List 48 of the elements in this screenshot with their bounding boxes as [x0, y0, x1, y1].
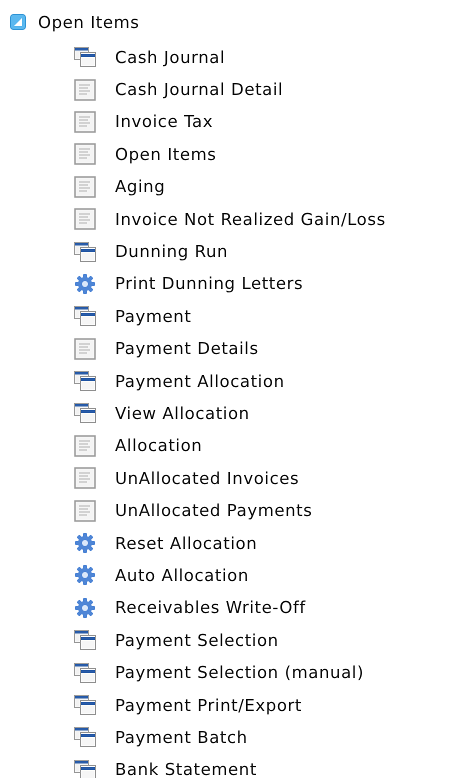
report-icon	[74, 143, 96, 166]
report-icon	[74, 176, 96, 198]
gear-icon	[74, 532, 96, 554]
menu-item-label[interactable]: Aging	[115, 177, 166, 196]
window-icon	[74, 760, 96, 778]
menu-item-label[interactable]: Invoice Tax	[115, 112, 214, 132]
collapse-icon[interactable]	[10, 14, 26, 30]
folder-label[interactable]: Open Items	[38, 12, 140, 32]
menu-item-label[interactable]: Payment Batch	[115, 728, 248, 747]
report-icon	[74, 110, 96, 133]
report-icon	[74, 78, 96, 101]
menu-item-label[interactable]: UnAllocated Payments	[115, 501, 312, 520]
menu-item-label[interactable]: Auto Allocation	[115, 566, 249, 585]
report-icon	[74, 208, 96, 230]
menu-item-label[interactable]: Cash Journal	[115, 48, 226, 67]
menu-item-label[interactable]: Dunning Run	[115, 242, 228, 262]
menu-item-label[interactable]: Receivables Write-Off	[115, 598, 306, 618]
gear-icon	[74, 272, 96, 295]
menu-item-label[interactable]: Open Items	[115, 144, 216, 164]
report-icon	[74, 500, 96, 522]
menu-item-label[interactable]: Invoice Not Realized Gain/Loss	[115, 210, 386, 229]
menu-item-label[interactable]: Payment Print/Export	[115, 696, 302, 714]
gear-icon	[74, 564, 96, 586]
menu-item-label[interactable]: Payment	[115, 306, 192, 326]
report-icon	[74, 467, 96, 490]
window-icon	[74, 727, 96, 748]
window-icon	[74, 47, 96, 68]
report-icon	[74, 434, 96, 457]
menu-item-label[interactable]: Payment Selection	[115, 630, 279, 650]
menu-item-label[interactable]: Payment Selection (manual)	[115, 663, 364, 682]
menu-item-label[interactable]: Reset Allocation	[115, 534, 258, 553]
menu-item-label[interactable]: View Allocation	[115, 404, 250, 423]
window-icon	[74, 371, 96, 392]
window-icon	[74, 662, 96, 683]
window-icon	[74, 306, 96, 326]
menu-item-label[interactable]: Payment Allocation	[115, 372, 285, 391]
window-icon	[74, 630, 96, 650]
gear-icon	[74, 596, 96, 619]
window-icon	[74, 403, 96, 424]
report-icon	[74, 338, 96, 360]
window-icon	[74, 695, 96, 715]
menu-item-label[interactable]: Payment Details	[115, 339, 259, 358]
menu-item-label[interactable]: Print Dunning Letters	[115, 274, 304, 294]
menu-item-label[interactable]: Allocation	[115, 436, 202, 456]
window-icon	[74, 242, 96, 262]
menu-item-label[interactable]: UnAllocated Invoices	[115, 468, 300, 488]
menu-item-label[interactable]: Bank Statement	[115, 760, 257, 778]
menu-item-label[interactable]: Cash Journal Detail	[115, 80, 284, 100]
